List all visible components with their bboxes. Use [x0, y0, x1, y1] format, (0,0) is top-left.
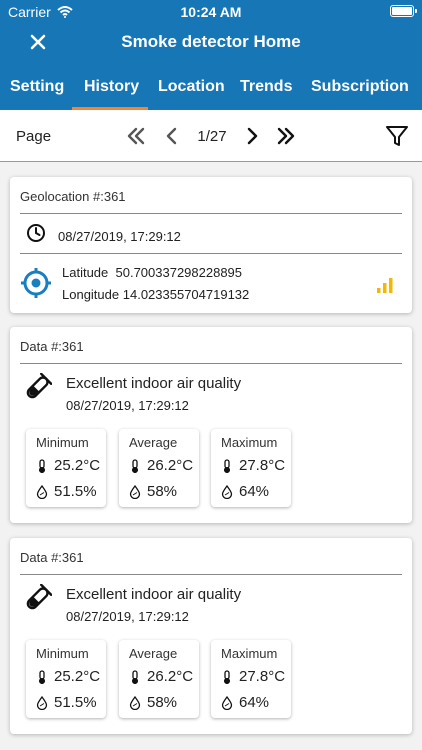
page-indicator: 1/27: [197, 128, 227, 145]
droplet-icon: [221, 484, 233, 499]
humidity-value: 58%: [147, 694, 178, 711]
humidity-row: 64%: [221, 483, 269, 500]
tab-subscription[interactable]: Subscription: [311, 78, 409, 96]
stat-minimum: Minimum 25.2°C 51.5%: [26, 640, 106, 718]
thermometer-icon: [38, 669, 46, 684]
temperature-row: 26.2°C: [129, 457, 193, 474]
data-heading: Data #:361: [20, 550, 84, 565]
tab-bar: Setting History Location Trends Subscrip…: [0, 70, 422, 110]
temperature-value: 27.8°C: [239, 457, 286, 474]
data-heading: Data #:361: [20, 339, 84, 354]
double-chevron-left-icon: [127, 127, 145, 145]
temperature-value: 26.2°C: [147, 668, 194, 685]
latitude-label: Latitude: [62, 265, 109, 280]
data-card: Data #:361 Excellent indoor air quality …: [10, 538, 412, 734]
longitude-row: Longitude 14.023355704719132: [62, 287, 249, 302]
stat-maximum: Maximum 27.8°C 64%: [211, 429, 291, 507]
humidity-value: 64%: [239, 694, 270, 711]
stat-average: Average 26.2°C 58%: [119, 640, 199, 718]
divider: [20, 363, 402, 364]
first-page-button[interactable]: [124, 124, 148, 148]
droplet-icon: [36, 484, 48, 499]
stat-label: Minimum: [36, 435, 89, 450]
divider: [20, 253, 402, 254]
data-card: Data #:361 Excellent indoor air quality …: [10, 327, 412, 523]
geolocation-card: Geolocation #:361 08/27/2019, 17:29:12 L…: [10, 177, 412, 313]
temperature-row: 25.2°C: [36, 668, 100, 685]
geolocation-timestamp: 08/27/2019, 17:29:12: [58, 229, 181, 244]
temperature-row: 27.8°C: [221, 668, 285, 685]
title-bar: Smoke detector Home: [0, 26, 422, 60]
geolocation-heading: Geolocation #:361: [20, 189, 126, 204]
pager-label: Page: [16, 128, 52, 145]
battery-icon: [390, 5, 417, 17]
divider: [20, 213, 402, 214]
data-timestamp: 08/27/2019, 17:29:12: [66, 609, 189, 624]
tab-location[interactable]: Location: [158, 78, 225, 96]
tab-history[interactable]: History: [84, 78, 139, 96]
droplet-icon: [36, 695, 48, 710]
thermometer-icon: [131, 458, 139, 473]
data-title: Excellent indoor air quality: [66, 375, 242, 392]
double-chevron-right-icon: [277, 127, 295, 145]
clock-icon: [27, 224, 45, 242]
humidity-value: 51.5%: [54, 694, 97, 711]
stat-maximum: Maximum 27.8°C 64%: [211, 640, 291, 718]
divider: [20, 574, 402, 575]
stat-label: Maximum: [221, 435, 278, 450]
thermometer-icon: [223, 669, 231, 684]
temperature-value: 25.2°C: [54, 457, 101, 474]
humidity-value: 58%: [147, 483, 178, 500]
status-bar: Carrier 10:24 AM: [0, 0, 422, 22]
humidity-row: 58%: [129, 483, 177, 500]
stat-label: Maximum: [221, 646, 278, 661]
humidity-row: 51.5%: [36, 694, 97, 711]
app-header: Carrier 10:24 AM Smoke detector Home Set…: [0, 0, 422, 110]
stat-label: Average: [129, 646, 178, 661]
signal-icon: [377, 278, 393, 293]
humidity-row: 58%: [129, 694, 177, 711]
latitude-value: 50.700337298228895: [115, 265, 243, 280]
longitude-value: 14.023355704719132: [122, 287, 250, 302]
previous-page-button[interactable]: [160, 124, 184, 148]
data-title: Excellent indoor air quality: [66, 586, 242, 603]
next-page-button[interactable]: [240, 124, 264, 148]
chevron-right-icon: [247, 127, 258, 145]
thermometer-icon: [223, 458, 231, 473]
droplet-icon: [129, 695, 141, 710]
tab-trends[interactable]: Trends: [240, 78, 292, 96]
data-timestamp: 08/27/2019, 17:29:12: [66, 398, 189, 413]
stat-minimum: Minimum 25.2°C 51.5%: [26, 429, 106, 507]
droplet-icon: [221, 695, 233, 710]
page-title: Smoke detector Home: [121, 32, 301, 51]
humidity-value: 51.5%: [54, 483, 97, 500]
target-icon: [21, 268, 51, 298]
chevron-left-icon: [166, 127, 177, 145]
temperature-value: 26.2°C: [147, 457, 194, 474]
temperature-row: 27.8°C: [221, 457, 285, 474]
droplet-icon: [129, 484, 141, 499]
thermometer-icon: [131, 669, 139, 684]
temperature-row: 26.2°C: [129, 668, 193, 685]
temperature-value: 27.8°C: [239, 668, 286, 685]
test-tube-icon: [26, 373, 52, 399]
stat-label: Minimum: [36, 646, 89, 661]
tab-setting[interactable]: Setting: [10, 78, 64, 96]
humidity-row: 51.5%: [36, 483, 97, 500]
stat-label: Average: [129, 435, 178, 450]
temperature-value: 25.2°C: [54, 668, 101, 685]
filter-button[interactable]: [384, 123, 410, 149]
status-time: 10:24 AM: [180, 4, 242, 20]
humidity-value: 64%: [239, 483, 270, 500]
pager-bar: Page 1/27: [0, 110, 422, 162]
temperature-row: 25.2°C: [36, 457, 100, 474]
stat-average: Average 26.2°C 58%: [119, 429, 199, 507]
longitude-label: Longitude: [62, 287, 120, 302]
latitude-row: Latitude 50.700337298228895: [62, 265, 242, 280]
humidity-row: 64%: [221, 694, 269, 711]
test-tube-icon: [26, 584, 52, 610]
filter-icon: [386, 126, 408, 146]
thermometer-icon: [38, 458, 46, 473]
last-page-button[interactable]: [274, 124, 298, 148]
